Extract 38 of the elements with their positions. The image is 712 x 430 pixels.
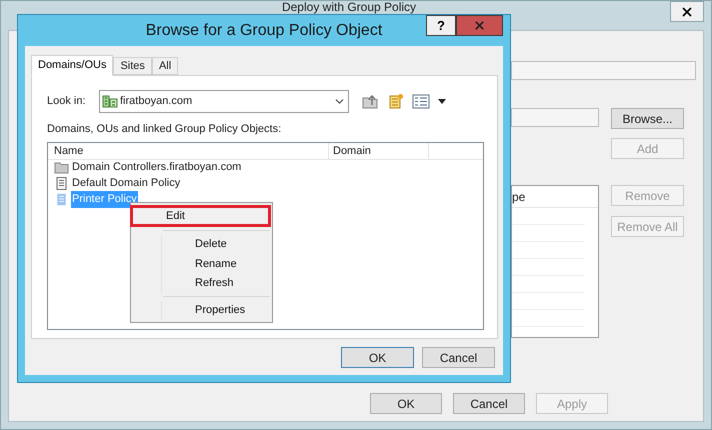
scroll-document-icon <box>54 176 69 191</box>
look-in-dropdown[interactable]: firatboyan.com <box>99 90 349 112</box>
look-in-value: firatboyan.com <box>120 94 194 109</box>
cancel-button[interactable]: Cancel <box>453 393 525 414</box>
scroll-document-icon <box>54 192 69 207</box>
list-label: Domains, OUs and linked Group Policy Objects: <box>47 122 282 137</box>
ok-button[interactable]: OK <box>370 393 442 414</box>
menu-item[interactable]: Properties <box>161 300 270 320</box>
list-item[interactable]: Domain Controllers.firatboyan.com <box>71 159 242 176</box>
tab[interactable]: All <box>152 57 178 75</box>
column-header: Domain <box>329 142 429 158</box>
text-field[interactable] <box>511 61 696 80</box>
menu-item[interactable]: Rename <box>161 254 270 274</box>
dialog-title: Browse for a Group Policy Object <box>146 20 382 40</box>
tab[interactable]: Domains/OUs <box>31 55 114 76</box>
ok-button[interactable]: OK <box>341 347 414 368</box>
window-title: Deploy with Group Policy <box>282 1 416 14</box>
help-button[interactable]: ? <box>426 15 456 36</box>
close-button[interactable] <box>670 1 704 22</box>
column-header: pe <box>512 188 526 206</box>
browse-button[interactable]: Browse... <box>611 108 684 129</box>
caret-down-icon[interactable] <box>438 98 446 104</box>
up-folder-icon[interactable] <box>362 92 379 110</box>
menu-item[interactable]: Delete <box>161 234 270 254</box>
close-icon <box>473 19 486 32</box>
look-in-label: Look in: <box>47 94 87 109</box>
domain-icon <box>102 93 118 109</box>
menu-item[interactable]: Edit <box>130 205 271 227</box>
new-document-icon[interactable] <box>387 92 404 110</box>
column-header: Name <box>48 142 329 158</box>
view-list-icon[interactable] <box>412 94 430 108</box>
text-field[interactable] <box>511 108 599 127</box>
menu-item[interactable]: Refresh <box>161 273 270 293</box>
cancel-button[interactable]: Cancel <box>422 347 495 368</box>
tab[interactable]: Sites <box>113 57 152 75</box>
folder-icon <box>54 160 69 175</box>
list-item[interactable]: Default Domain Policy <box>71 175 182 192</box>
close-icon <box>680 4 694 18</box>
